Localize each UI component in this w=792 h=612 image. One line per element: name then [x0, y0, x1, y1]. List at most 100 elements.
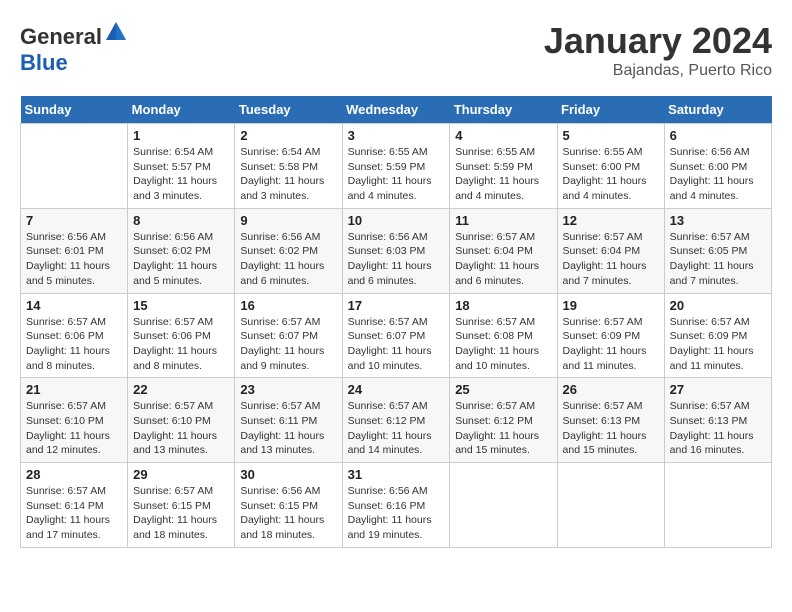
- page-header: General Blue January 2024 Bajandas, Puer…: [20, 20, 772, 80]
- day-number: 12: [563, 213, 659, 228]
- day-detail: Sunrise: 6:56 AMSunset: 6:02 PMDaylight:…: [133, 230, 229, 289]
- calendar-body: 1 Sunrise: 6:54 AMSunset: 5:57 PMDaylight…: [21, 124, 772, 548]
- day-number: 28: [26, 467, 122, 482]
- day-number: 22: [133, 382, 229, 397]
- calendar-cell: 14Sunrise: 6:57 AMSunset: 6:06 PMDayligh…: [21, 293, 128, 378]
- calendar-row: 28 Sunrise: 6:57 AMSunset: 6:14 PMDayligh…: [21, 463, 772, 548]
- day-number: 19: [563, 298, 659, 313]
- calendar-cell: [450, 463, 557, 548]
- day-number: 30: [240, 467, 336, 482]
- calendar-cell: 30 Sunrise: 6:56 AMSunset: 6:15 PMDayligh…: [235, 463, 342, 548]
- title-block: January 2024 Bajandas, Puerto Rico: [544, 20, 772, 80]
- day-number: 1: [133, 128, 229, 143]
- calendar-cell: 31 Sunrise: 6:56 AMSunset: 6:16 PMDayligh…: [342, 463, 450, 548]
- calendar-cell: 1 Sunrise: 6:54 AMSunset: 5:57 PMDaylight…: [128, 124, 235, 209]
- day-detail: Sunrise: 6:57 AMSunset: 6:09 PMDaylight:…: [670, 315, 766, 374]
- day-number: 26: [563, 382, 659, 397]
- location-title: Bajandas, Puerto Rico: [544, 62, 772, 80]
- calendar-cell: 25 Sunrise: 6:57 AMSunset: 6:12 PMDayligh…: [450, 378, 557, 463]
- day-detail: Sunrise: 6:57 AMSunset: 6:10 PMDaylight:…: [26, 399, 122, 458]
- weekday-tuesday: Tuesday: [235, 96, 342, 124]
- calendar-cell: 17Sunrise: 6:57 AMSunset: 6:07 PMDayligh…: [342, 293, 450, 378]
- day-detail: Sunrise: 6:56 AMSunset: 6:15 PMDaylight:…: [240, 484, 336, 543]
- calendar-cell: 3 Sunrise: 6:55 AMSunset: 5:59 PMDaylight…: [342, 124, 450, 209]
- calendar-cell: 23 Sunrise: 6:57 AMSunset: 6:11 PMDayligh…: [235, 378, 342, 463]
- day-number: 23: [240, 382, 336, 397]
- day-number: 11: [455, 213, 551, 228]
- calendar-cell: [557, 463, 664, 548]
- day-detail: Sunrise: 6:57 AMSunset: 6:09 PMDaylight:…: [563, 315, 659, 374]
- day-detail: Sunrise: 6:55 AMSunset: 6:00 PMDaylight:…: [563, 145, 659, 204]
- day-detail: Sunrise: 6:56 AMSunset: 6:00 PMDaylight:…: [670, 145, 766, 204]
- calendar-cell: 28 Sunrise: 6:57 AMSunset: 6:14 PMDayligh…: [21, 463, 128, 548]
- day-detail: Sunrise: 6:57 AMSunset: 6:04 PMDaylight:…: [563, 230, 659, 289]
- calendar-cell: [664, 463, 771, 548]
- calendar-cell: 7Sunrise: 6:56 AMSunset: 6:01 PMDaylight…: [21, 208, 128, 293]
- logo-text: General Blue: [20, 20, 128, 76]
- day-detail: Sunrise: 6:56 AMSunset: 6:16 PMDaylight:…: [348, 484, 445, 543]
- calendar-cell: 26 Sunrise: 6:57 AMSunset: 6:13 PMDayligh…: [557, 378, 664, 463]
- day-detail: Sunrise: 6:55 AMSunset: 5:59 PMDaylight:…: [348, 145, 445, 204]
- day-detail: Sunrise: 6:55 AMSunset: 5:59 PMDaylight:…: [455, 145, 551, 204]
- day-number: 27: [670, 382, 766, 397]
- day-number: 9: [240, 213, 336, 228]
- calendar-cell: 6 Sunrise: 6:56 AMSunset: 6:00 PMDaylight…: [664, 124, 771, 209]
- weekday-saturday: Saturday: [664, 96, 771, 124]
- day-number: 21: [26, 382, 122, 397]
- logo-blue: Blue: [20, 50, 68, 75]
- day-detail: Sunrise: 6:57 AMSunset: 6:05 PMDaylight:…: [670, 230, 766, 289]
- weekday-friday: Friday: [557, 96, 664, 124]
- day-detail: Sunrise: 6:57 AMSunset: 6:04 PMDaylight:…: [455, 230, 551, 289]
- day-number: 10: [348, 213, 445, 228]
- day-detail: Sunrise: 6:57 AMSunset: 6:13 PMDaylight:…: [563, 399, 659, 458]
- day-number: 3: [348, 128, 445, 143]
- calendar-cell: 5 Sunrise: 6:55 AMSunset: 6:00 PMDaylight…: [557, 124, 664, 209]
- calendar-cell: 9 Sunrise: 6:56 AMSunset: 6:02 PMDaylight…: [235, 208, 342, 293]
- calendar-cell: 8 Sunrise: 6:56 AMSunset: 6:02 PMDaylight…: [128, 208, 235, 293]
- calendar-cell: 16Sunrise: 6:57 AMSunset: 6:07 PMDayligh…: [235, 293, 342, 378]
- day-number: 6: [670, 128, 766, 143]
- calendar-cell: 27 Sunrise: 6:57 AMSunset: 6:13 PMDayligh…: [664, 378, 771, 463]
- calendar-cell: 19 Sunrise: 6:57 AMSunset: 6:09 PMDayligh…: [557, 293, 664, 378]
- day-detail: Sunrise: 6:57 AMSunset: 6:14 PMDaylight:…: [26, 484, 122, 543]
- day-number: 5: [563, 128, 659, 143]
- day-number: 20: [670, 298, 766, 313]
- calendar-cell: 13Sunrise: 6:57 AMSunset: 6:05 PMDayligh…: [664, 208, 771, 293]
- day-detail: Sunrise: 6:57 AMSunset: 6:15 PMDaylight:…: [133, 484, 229, 543]
- calendar-cell: 20 Sunrise: 6:57 AMSunset: 6:09 PMDayligh…: [664, 293, 771, 378]
- calendar-cell: 22 Sunrise: 6:57 AMSunset: 6:10 PMDayligh…: [128, 378, 235, 463]
- calendar-cell: 15Sunrise: 6:57 AMSunset: 6:06 PMDayligh…: [128, 293, 235, 378]
- weekday-thursday: Thursday: [450, 96, 557, 124]
- day-number: 15: [133, 298, 229, 313]
- day-detail: Sunrise: 6:56 AMSunset: 6:02 PMDaylight:…: [240, 230, 336, 289]
- day-detail: Sunrise: 6:56 AMSunset: 6:01 PMDaylight:…: [26, 230, 122, 289]
- calendar-cell: 29Sunrise: 6:57 AMSunset: 6:15 PMDayligh…: [128, 463, 235, 548]
- day-number: 18: [455, 298, 551, 313]
- logo: General Blue: [20, 20, 128, 76]
- day-detail: Sunrise: 6:54 AMSunset: 5:58 PMDaylight:…: [240, 145, 336, 204]
- day-detail: Sunrise: 6:57 AMSunset: 6:13 PMDaylight:…: [670, 399, 766, 458]
- calendar-row: 7Sunrise: 6:56 AMSunset: 6:01 PMDaylight…: [21, 208, 772, 293]
- calendar-cell: 10 Sunrise: 6:56 AMSunset: 6:03 PMDayligh…: [342, 208, 450, 293]
- weekday-sunday: Sunday: [21, 96, 128, 124]
- day-detail: Sunrise: 6:57 AMSunset: 6:12 PMDaylight:…: [455, 399, 551, 458]
- day-number: 2: [240, 128, 336, 143]
- calendar-cell: [21, 124, 128, 209]
- day-number: 16: [240, 298, 336, 313]
- day-number: 8: [133, 213, 229, 228]
- calendar-cell: 4Sunrise: 6:55 AMSunset: 5:59 PMDaylight…: [450, 124, 557, 209]
- calendar-header: SundayMondayTuesdayWednesdayThursdayFrid…: [21, 96, 772, 124]
- calendar-row: 14Sunrise: 6:57 AMSunset: 6:06 PMDayligh…: [21, 293, 772, 378]
- calendar-table: SundayMondayTuesdayWednesdayThursdayFrid…: [20, 96, 772, 548]
- logo-general: General: [20, 24, 102, 49]
- day-detail: Sunrise: 6:54 AMSunset: 5:57 PMDaylight:…: [133, 145, 229, 204]
- day-number: 25: [455, 382, 551, 397]
- day-detail: Sunrise: 6:56 AMSunset: 6:03 PMDaylight:…: [348, 230, 445, 289]
- day-detail: Sunrise: 6:57 AMSunset: 6:07 PMDaylight:…: [348, 315, 445, 374]
- calendar-cell: 21 Sunrise: 6:57 AMSunset: 6:10 PMDayligh…: [21, 378, 128, 463]
- day-number: 31: [348, 467, 445, 482]
- calendar-row: 1 Sunrise: 6:54 AMSunset: 5:57 PMDaylight…: [21, 124, 772, 209]
- day-number: 24: [348, 382, 445, 397]
- day-detail: Sunrise: 6:57 AMSunset: 6:10 PMDaylight:…: [133, 399, 229, 458]
- day-detail: Sunrise: 6:57 AMSunset: 6:11 PMDaylight:…: [240, 399, 336, 458]
